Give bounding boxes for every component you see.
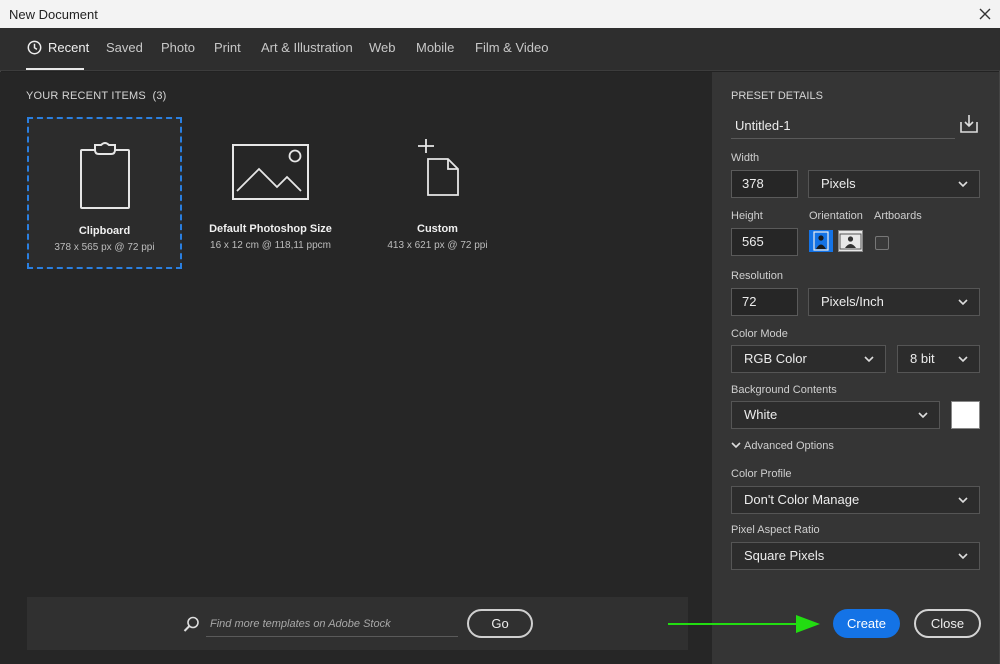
chevron-down-icon — [958, 299, 968, 306]
pixel-aspect-ratio-dropdown[interactable]: Square Pixels — [731, 542, 980, 570]
artboards-label: Artboards — [874, 210, 922, 222]
recent-item-clipboard[interactable]: Clipboard 378 x 565 px @ 72 ppi — [27, 117, 182, 269]
tab-recent-label: Recent — [48, 40, 90, 55]
tab-photo[interactable]: Photo — [161, 40, 195, 55]
pixel-aspect-ratio-value: Square Pixels — [744, 548, 825, 563]
clipboard-icon — [79, 142, 130, 209]
color-mode-dropdown[interactable]: RGB Color — [731, 345, 886, 373]
recent-items-title: YOUR RECENT ITEMS — [26, 90, 146, 102]
advanced-options-label: Advanced Options — [744, 440, 834, 452]
close-button[interactable]: Close — [914, 609, 981, 638]
annotation-arrow — [668, 615, 820, 633]
recent-item-details: 16 x 12 cm @ 118,11 ppcm — [210, 240, 331, 251]
recent-item-details: 378 x 565 px @ 72 ppi — [54, 242, 155, 253]
recent-item-default-photoshop-size[interactable]: Default Photoshop Size 16 x 12 cm @ 118,… — [193, 117, 348, 269]
width-input[interactable]: 378 — [731, 170, 798, 198]
orientation-label: Orientation — [809, 210, 863, 222]
active-tab-indicator — [26, 68, 84, 70]
background-contents-dropdown[interactable]: White — [731, 401, 940, 429]
tab-art-illustration[interactable]: Art & Illustration — [261, 40, 353, 55]
tab-saved[interactable]: Saved — [106, 40, 143, 55]
width-unit-value: Pixels — [821, 176, 856, 191]
tab-recent[interactable]: Recent — [27, 40, 89, 55]
tab-print[interactable]: Print — [214, 40, 241, 55]
resolution-unit-value: Pixels/Inch — [821, 294, 884, 309]
custom-document-icon — [417, 139, 459, 196]
chevron-down-icon — [864, 356, 874, 363]
recent-item-name: Clipboard — [78, 225, 131, 237]
height-label: Height — [731, 210, 763, 222]
recent-items-count: (3) — [152, 90, 167, 102]
landscape-orientation-button[interactable] — [838, 230, 863, 252]
portrait-icon — [813, 231, 829, 251]
color-mode-label: Color Mode — [731, 328, 788, 340]
recent-item-name: Custom — [417, 223, 458, 235]
tab-mobile[interactable]: Mobile — [416, 40, 454, 55]
chevron-down-icon — [958, 356, 968, 363]
preset-details-title: PRESET DETAILS — [731, 90, 823, 102]
color-profile-label: Color Profile — [731, 468, 792, 480]
bit-depth-value: 8 bit — [910, 351, 935, 366]
create-button[interactable]: Create — [833, 609, 900, 638]
tab-film-video[interactable]: Film & Video — [475, 40, 548, 55]
image-icon — [231, 144, 309, 200]
advanced-options-toggle[interactable]: Advanced Options — [731, 440, 834, 452]
color-mode-value: RGB Color — [744, 351, 807, 366]
artboards-checkbox[interactable] — [875, 236, 889, 250]
window-title: New Document — [9, 7, 98, 22]
chevron-down-icon — [958, 553, 968, 560]
width-unit-dropdown[interactable]: Pixels — [808, 170, 980, 198]
recent-item-name: Default Photoshop Size — [209, 223, 332, 235]
chevron-down-icon — [958, 181, 968, 188]
color-profile-value: Don't Color Manage — [744, 492, 860, 507]
recent-item-custom[interactable]: Custom 413 x 621 px @ 72 ppi — [360, 117, 515, 269]
width-label: Width — [731, 152, 760, 164]
search-icon — [183, 616, 199, 632]
save-preset-icon — [960, 115, 978, 133]
chevron-down-icon — [958, 497, 968, 504]
resolution-input[interactable]: 72 — [731, 288, 798, 316]
resolution-label: Resolution — [731, 270, 783, 282]
portrait-orientation-button[interactable] — [809, 230, 833, 252]
category-tabs: Recent Saved Photo Print Art & Illustrat… — [0, 28, 1000, 71]
close-icon — [979, 8, 991, 20]
clock-icon — [27, 40, 42, 55]
color-profile-dropdown[interactable]: Don't Color Manage — [731, 486, 980, 514]
window-close-button[interactable] — [970, 0, 1000, 28]
resolution-unit-dropdown[interactable]: Pixels/Inch — [808, 288, 980, 316]
background-contents-label: Background Contents — [731, 384, 837, 396]
recent-items-heading: YOUR RECENT ITEMS (3) — [26, 90, 167, 102]
chevron-down-icon — [918, 412, 928, 419]
title-bar: New Document — [0, 0, 1000, 28]
background-contents-value: White — [744, 407, 778, 422]
bit-depth-dropdown[interactable]: 8 bit — [897, 345, 980, 373]
pixel-aspect-ratio-label: Pixel Aspect Ratio — [731, 524, 820, 536]
recent-item-details: 413 x 621 px @ 72 ppi — [387, 240, 488, 251]
chevron-down-icon — [731, 442, 741, 449]
height-input[interactable]: 565 — [731, 228, 798, 256]
stock-search-input[interactable] — [206, 611, 458, 637]
tab-web[interactable]: Web — [369, 40, 396, 55]
document-name-field[interactable]: Untitled-1 — [731, 112, 955, 139]
background-color-swatch[interactable] — [951, 401, 980, 429]
landscape-icon — [839, 233, 862, 250]
save-preset-button[interactable] — [958, 113, 980, 140]
go-button[interactable]: Go — [467, 609, 533, 638]
